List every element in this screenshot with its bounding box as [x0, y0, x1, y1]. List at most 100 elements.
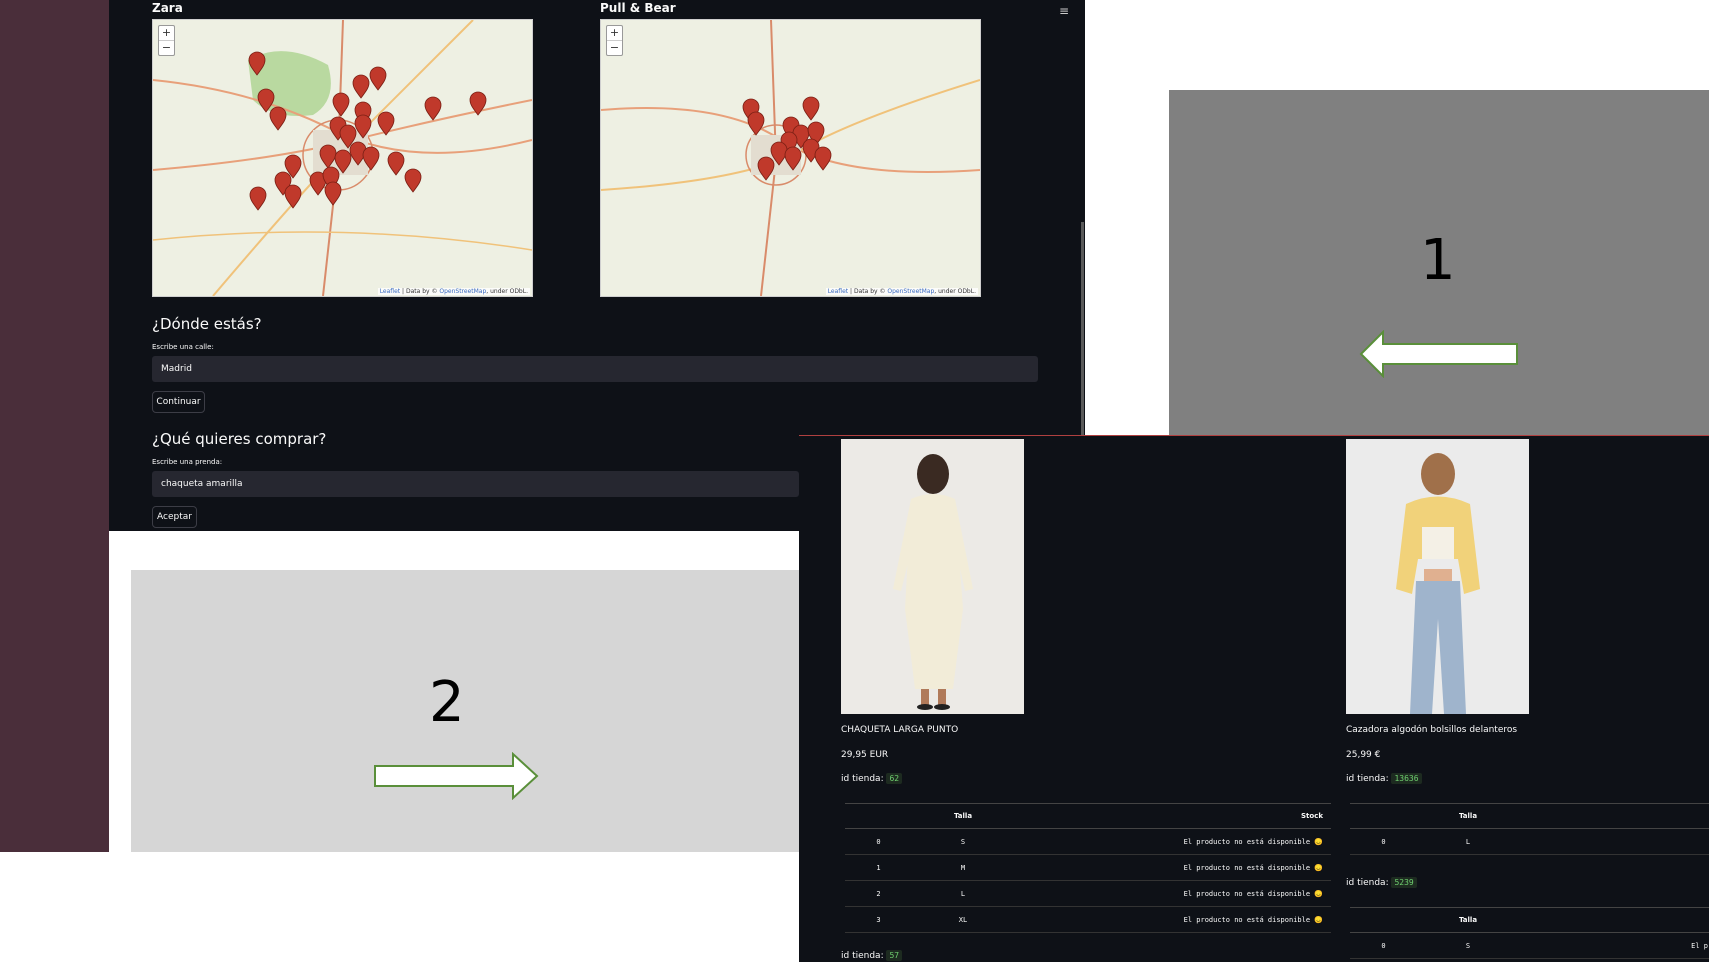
- cell-size: XL: [912, 906, 1014, 933]
- attribution-text: | Data by ©: [400, 288, 440, 295]
- street-label: Escribe una calle:: [152, 343, 214, 351]
- store-id-row-1: id tienda: 62: [841, 773, 903, 784]
- zoom-out-button[interactable]: −: [159, 41, 174, 55]
- cell-size: S: [912, 828, 1014, 855]
- annotation-number-2: 2: [429, 670, 465, 735]
- scrollbar[interactable]: [1081, 222, 1084, 436]
- store-marker-icon[interactable]: [757, 156, 775, 181]
- stock-table-1: Talla Stock 0 S El producto no está dispon…: [845, 803, 1331, 933]
- zoom-in-button[interactable]: +: [607, 26, 622, 41]
- menu-icon[interactable]: ≡: [1059, 4, 1069, 18]
- annotation-box-2: 2: [131, 570, 831, 852]
- cell-size: S: [1417, 932, 1519, 959]
- store-marker-icon[interactable]: [747, 111, 765, 136]
- arrow-left-icon: [1359, 330, 1518, 378]
- cell-stock: El p: [1519, 932, 1709, 959]
- cell-size: M: [912, 854, 1014, 881]
- osm-link[interactable]: OpenStreetMap: [887, 288, 934, 295]
- col-header-stock: [1519, 803, 1709, 829]
- cell-stock: El producto no está disponible 😞: [1014, 854, 1331, 881]
- osm-link[interactable]: OpenStreetMap: [439, 288, 486, 295]
- annotation-box-1: 1: [1169, 90, 1709, 435]
- cell-stock: [1519, 828, 1709, 855]
- cell-index: 3: [845, 906, 912, 933]
- product-name-2: Cazadora algodón bolsillos delanteros: [1346, 725, 1518, 735]
- store-marker-icon[interactable]: [269, 106, 287, 131]
- product-image-2[interactable]: [1346, 439, 1529, 714]
- zara-map-tiles: [153, 20, 532, 296]
- store-id-row-3: id tienda: 5239: [1346, 877, 1417, 888]
- table-row: 0L: [1350, 828, 1709, 855]
- store-marker-icon[interactable]: [249, 186, 267, 211]
- product-image-1[interactable]: [841, 439, 1024, 714]
- street-input[interactable]: Madrid: [152, 356, 1038, 382]
- store-marker-icon[interactable]: [332, 92, 350, 117]
- leaflet-link[interactable]: Leaflet: [380, 288, 400, 295]
- pullbear-map[interactable]: + − Leaflet | Data by © OpenStreetMap, u…: [600, 19, 981, 297]
- product-price-2: 25,99 €: [1346, 750, 1381, 760]
- sidebar-strip: [0, 0, 109, 852]
- pullbear-map-tiles: [601, 20, 980, 296]
- zara-zoom-control[interactable]: + −: [158, 25, 175, 56]
- table-row: 3 XL El producto no está disponible 😞: [845, 906, 1331, 933]
- store-marker-icon[interactable]: [387, 151, 405, 176]
- table-row: 0 S El producto no está disponible 😞: [845, 828, 1331, 855]
- col-header-stock: Stock: [1014, 803, 1331, 829]
- pullbear-zoom-control[interactable]: + −: [606, 25, 623, 56]
- where-heading: ¿Dónde estás?: [152, 315, 262, 333]
- continue-button[interactable]: Continuar: [152, 391, 205, 413]
- store-id-badge: 5239: [1391, 877, 1417, 888]
- store-id-badge: 62: [886, 773, 903, 784]
- store-id-label: id tienda:: [841, 774, 884, 784]
- arrow-right-icon: [374, 752, 539, 800]
- map-attribution: Leaflet | Data by © OpenStreetMap, under…: [377, 288, 530, 295]
- col-header-index: [1350, 907, 1417, 933]
- store-id-label: id tienda:: [1346, 774, 1389, 784]
- accept-button[interactable]: Aceptar: [152, 506, 197, 528]
- cell-index: 0: [845, 828, 912, 855]
- pullbear-map-title: Pull & Bear: [600, 1, 676, 15]
- cell-index: 0: [1350, 828, 1417, 855]
- table-row: 2 L El producto no está disponible 😞: [845, 880, 1331, 907]
- product-name-1: CHAQUETA LARGA PUNTO: [841, 725, 959, 735]
- store-marker-icon[interactable]: [404, 168, 422, 193]
- store-marker-icon[interactable]: [814, 146, 832, 171]
- attribution-tail: , under ODbL.: [934, 288, 976, 295]
- cell-index: 0: [1350, 932, 1417, 959]
- cell-size: L: [1417, 828, 1519, 855]
- attribution-text: | Data by ©: [848, 288, 888, 295]
- attribution-tail: , under ODbL.: [486, 288, 528, 295]
- what-heading: ¿Qué quieres comprar?: [152, 430, 327, 448]
- garment-label: Escribe una prenda:: [152, 458, 223, 466]
- col-header-index: [1350, 803, 1417, 829]
- results-panel: CHAQUETA LARGA PUNTO 29,95 EUR id tienda…: [799, 435, 1709, 962]
- col-header-talla: Talla: [1417, 803, 1519, 829]
- store-id-badge: 13636: [1391, 773, 1422, 784]
- col-header-stock: [1519, 907, 1709, 933]
- col-header-talla: Talla: [1417, 907, 1519, 933]
- table-row: 1 M El producto no está disponible 😞: [845, 854, 1331, 881]
- store-marker-icon[interactable]: [352, 74, 370, 99]
- store-marker-icon[interactable]: [324, 181, 342, 206]
- store-id-label: id tienda:: [841, 951, 884, 961]
- garment-input[interactable]: chaqueta amarilla: [152, 471, 799, 497]
- col-header-index: [845, 803, 912, 829]
- cell-stock: El producto no está disponible 😞: [1014, 880, 1331, 907]
- cell-index: 1: [845, 854, 912, 881]
- leaflet-link[interactable]: Leaflet: [828, 288, 848, 295]
- stock-table-3: Talla 0 S El p: [1350, 907, 1709, 959]
- store-marker-icon[interactable]: [369, 66, 387, 91]
- cell-size: L: [912, 880, 1014, 907]
- store-marker-icon[interactable]: [802, 96, 820, 121]
- store-marker-icon[interactable]: [424, 96, 442, 121]
- col-header-talla: Talla: [912, 803, 1014, 829]
- zoom-in-button[interactable]: +: [159, 26, 174, 41]
- table-row: 0 S El p: [1350, 932, 1709, 959]
- product-price-1: 29,95 EUR: [841, 750, 889, 760]
- zoom-out-button[interactable]: −: [607, 41, 622, 55]
- zara-map[interactable]: + − Leaflet | Data by © OpenStreetMap, u…: [152, 19, 533, 297]
- cell-index: 2: [845, 880, 912, 907]
- store-id-label: id tienda:: [1346, 878, 1389, 888]
- store-marker-icon[interactable]: [284, 184, 302, 209]
- cell-stock: El producto no está disponible 😞: [1014, 828, 1331, 855]
